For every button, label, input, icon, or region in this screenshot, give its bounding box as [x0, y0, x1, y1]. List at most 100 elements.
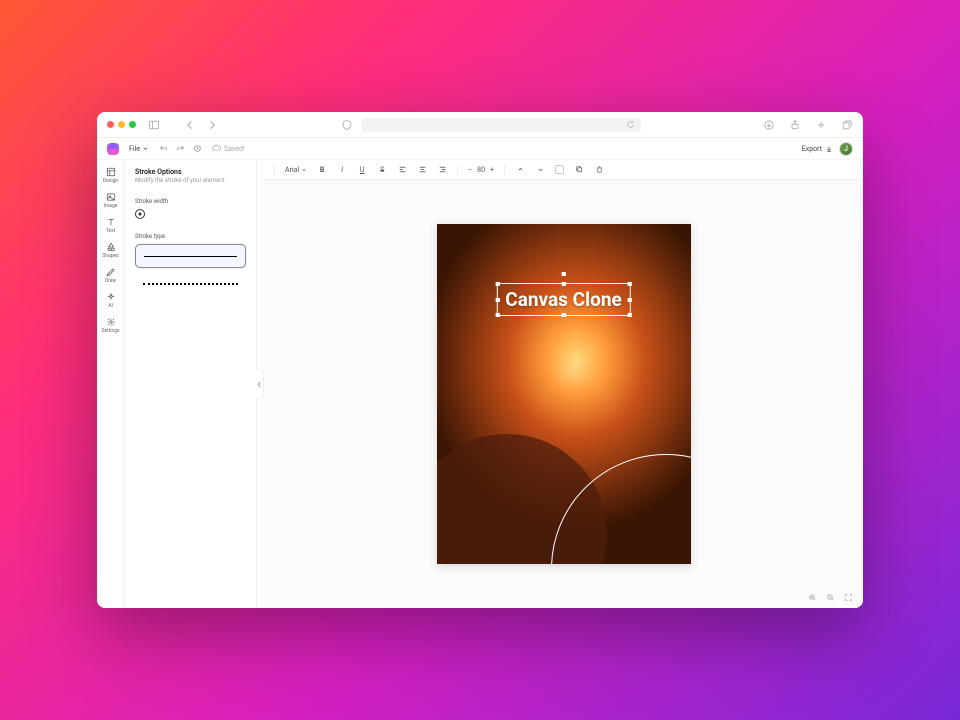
redo-button[interactable] — [176, 144, 185, 153]
send-backward-button[interactable] — [535, 165, 545, 175]
maximize-window-button[interactable] — [129, 121, 136, 128]
resize-handle-tm[interactable] — [561, 282, 565, 286]
user-avatar[interactable]: J — [839, 142, 853, 156]
size-increase-button[interactable]: + — [490, 166, 494, 174]
delete-button[interactable] — [594, 165, 604, 175]
collapse-panel-button[interactable] — [256, 369, 264, 399]
window-controls — [107, 121, 136, 128]
panel-subtitle: Modify the stroke of your element — [135, 177, 246, 184]
gear-icon — [106, 317, 116, 327]
artboard[interactable]: Canvas Clone — [437, 224, 691, 564]
share-icon[interactable] — [789, 119, 801, 131]
resize-handle-bm[interactable] — [561, 313, 565, 317]
bold-button[interactable]: B — [317, 165, 327, 175]
save-status-label: Saved! — [224, 145, 245, 153]
align-left-button[interactable] — [397, 165, 407, 175]
canvas-stage[interactable]: Canvas Clone — [264, 180, 863, 608]
resize-handle-bl[interactable] — [495, 313, 499, 317]
app-logo-icon[interactable] — [107, 143, 119, 155]
background-image — [551, 353, 591, 393]
cloud-icon — [212, 144, 221, 153]
resize-handle-tl[interactable] — [495, 282, 499, 286]
stroke-type-solid[interactable] — [135, 244, 246, 268]
app-toolbar: File Saved! Export J — [97, 138, 863, 160]
bring-forward-button[interactable] — [515, 165, 525, 175]
minimize-window-button[interactable] — [118, 121, 125, 128]
strikethrough-button[interactable]: S — [377, 165, 387, 175]
rotate-handle[interactable] — [561, 272, 565, 276]
avatar-initial: J — [844, 145, 848, 153]
shield-icon[interactable] — [341, 119, 353, 131]
rail-text[interactable]: Text — [97, 214, 124, 237]
rail-draw[interactable]: Draw — [97, 264, 124, 287]
selected-text-element[interactable]: Canvas Clone — [497, 284, 629, 315]
tabs-icon[interactable] — [841, 119, 853, 131]
resize-handle-tr[interactable] — [628, 282, 632, 286]
address-bar[interactable] — [361, 118, 641, 132]
fullscreen-button[interactable] — [843, 592, 853, 602]
color-swatch[interactable] — [555, 165, 564, 174]
history-button[interactable] — [193, 144, 202, 153]
size-decrease-button[interactable]: − — [468, 166, 472, 174]
file-menu-label: File — [129, 145, 140, 153]
stroke-options-panel: Stroke Options Modify the stroke of your… — [125, 160, 257, 608]
resize-handle-ml[interactable] — [495, 298, 499, 302]
rail-label: Shapes — [102, 253, 118, 259]
stroke-type-dotted[interactable] — [135, 272, 246, 296]
layout-icon — [106, 167, 116, 177]
image-icon — [106, 192, 116, 202]
undo-button[interactable] — [159, 144, 168, 153]
download-icon[interactable] — [763, 119, 775, 131]
tool-rail: Design Image Text Shapes Draw AI — [97, 160, 125, 608]
rail-label: Draw — [105, 278, 116, 284]
close-window-button[interactable] — [107, 121, 114, 128]
rail-image[interactable]: Image — [97, 189, 124, 212]
rail-ai[interactable]: AI — [97, 289, 124, 312]
solid-line-icon — [144, 256, 237, 257]
stroke-type-label: Stroke type — [135, 233, 246, 240]
font-size-value[interactable]: 80 — [477, 166, 485, 174]
rail-shapes[interactable]: Shapes — [97, 239, 124, 262]
save-status: Saved! — [212, 144, 245, 153]
font-family-value: Arial — [285, 166, 299, 174]
stroke-width-control[interactable] — [135, 209, 246, 219]
dotted-line-icon — [143, 283, 238, 285]
forward-button[interactable] — [206, 119, 218, 131]
back-button[interactable] — [184, 119, 196, 131]
rail-label: Design — [103, 178, 118, 184]
resize-handle-br[interactable] — [628, 313, 632, 317]
zoom-out-button[interactable] — [825, 592, 835, 602]
font-family-select[interactable]: Arial — [285, 166, 307, 174]
zoom-controls — [807, 592, 853, 602]
chevron-left-icon — [257, 381, 262, 388]
rail-label: Text — [106, 228, 116, 234]
chevron-down-icon — [142, 145, 149, 152]
sparkle-icon — [106, 292, 116, 302]
new-tab-icon[interactable] — [815, 119, 827, 131]
underline-button[interactable]: U — [357, 165, 367, 175]
pencil-icon — [106, 267, 116, 277]
text-icon — [106, 217, 116, 227]
rail-settings[interactable]: Settings — [97, 314, 124, 337]
canvas-area: Arial B I U S − 80 + — [264, 160, 863, 608]
duplicate-button[interactable] — [574, 165, 584, 175]
export-button[interactable]: Export — [802, 145, 833, 153]
browser-window: File Saved! Export J Design — [97, 112, 863, 608]
rail-label: AI — [108, 303, 113, 309]
stroke-width-knob-icon — [135, 209, 145, 219]
zoom-in-button[interactable] — [807, 592, 817, 602]
rail-design[interactable]: Design — [97, 164, 124, 187]
sidebar-toggle-icon[interactable] — [148, 119, 160, 131]
rail-label: Settings — [101, 328, 119, 334]
panel-title: Stroke Options — [135, 168, 246, 176]
align-right-button[interactable] — [437, 165, 447, 175]
rail-label: Image — [104, 203, 118, 209]
resize-handle-mr[interactable] — [628, 298, 632, 302]
file-menu[interactable]: File — [129, 145, 149, 153]
export-label: Export — [802, 145, 822, 153]
download-icon — [825, 145, 833, 153]
align-center-button[interactable] — [417, 165, 427, 175]
selection-outline — [497, 284, 629, 315]
italic-button[interactable]: I — [337, 165, 347, 175]
reload-icon[interactable] — [626, 120, 635, 129]
